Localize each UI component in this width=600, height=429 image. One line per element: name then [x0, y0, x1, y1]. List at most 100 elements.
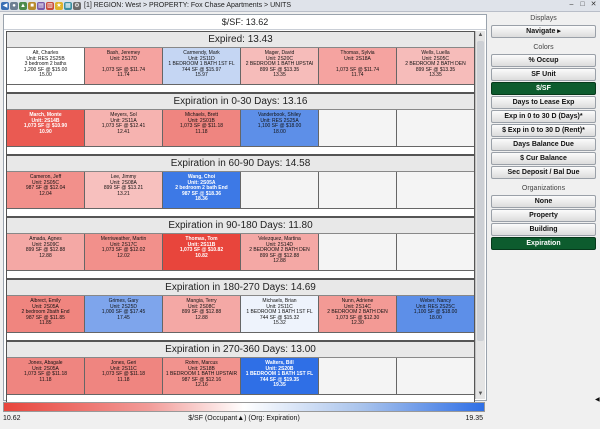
expiration-group: Expiration in 180-270 Days: 14.69 Albrect…: [6, 279, 475, 341]
unit-card[interactable]: Mager, David Unit: 2S20C 2 BEDROOM 1 BATH …: [241, 48, 319, 85]
empty-unit-cell: [397, 234, 474, 271]
unit-card[interactable]: Michaels, Brian Unit: 2S11C 1 BEDROOM 1 BA…: [241, 296, 319, 333]
vertical-scrollbar[interactable]: ▲ ▼: [475, 31, 485, 399]
unit-card[interactable]: Bash, Jeremey Unit: 2S17D 1,073 SF @ $11.…: [85, 48, 163, 85]
expiration-group: Expired: 13.43 Alt, Charles Unit: RES 2S25…: [6, 31, 475, 93]
unit-card[interactable]: Weber, Nancy Unit: RES 2S25C 1,100 SF @ $1…: [397, 296, 474, 333]
unit-detail: 12.04: [39, 190, 52, 197]
unit-card[interactable]: Grimes, Gary Unit: 2S25D 1,000 SF @ $17.45…: [85, 296, 163, 333]
unit-card[interactable]: Alt, Charles Unit: RES 2S25B 3 bedroom 2 b…: [7, 48, 85, 85]
org-button-none[interactable]: None: [491, 195, 596, 208]
unit-card[interactable]: Amada, Agnes Unit: 2S09C 899 SF @ $12.88 12…: [7, 234, 85, 271]
unit-card[interactable]: Vanderbook, Shiley Unit: RES 2S25A 1,100 S…: [241, 110, 319, 147]
unit-detail: 15.00: [39, 72, 52, 79]
navigate-button[interactable]: Navigate ▸: [491, 25, 596, 38]
unit-detail: 10.90: [39, 128, 52, 135]
unit-card[interactable]: Jones, Geri Unit: 2S11C 1,073 SF @ $11.18 1…: [85, 358, 163, 395]
unit-card[interactable]: Nunn, Adriene Unit: 2S14C 2 BEDROOM 2 BATH…: [319, 296, 397, 333]
grid-icon[interactable]: ▦: [64, 1, 72, 10]
collapse-panel-icon[interactable]: ◀: [595, 396, 600, 403]
color-button-sec-deposit-bal-due[interactable]: Sec Deposit / Bal Due: [491, 166, 596, 179]
unit-row: Jones, Abagale Unit: 2S05A 1,073 SF @ $11.…: [7, 358, 474, 395]
organization-buttons: None Property Building Expiration: [489, 195, 598, 250]
expiration-group: Expiration in 270-360 Days: 13.00 Jones, …: [6, 341, 475, 403]
legend-max: 19.35: [465, 415, 483, 422]
unit-card[interactable]: Thomas, Sylvia Unit: 2S18A 1,073 SF @ $11…: [319, 48, 397, 85]
title-bar: ◀ ● ▲ ■ ▤ ▥ ★ ▦ ⚙ [1] REGION: West > PRO…: [0, 0, 600, 12]
unit-row: Albrect, Emily Unit: 2S05A 2 bedroom 2bath…: [7, 296, 474, 333]
unit-detail: 18.36: [195, 196, 208, 203]
expiration-group: Expiration in 90-180 Days: 11.80 Amada, A…: [6, 217, 475, 279]
unit-card[interactable]: March, Monte Unit: 2S14B 1,073 SF @ $10.90…: [7, 110, 85, 147]
unit-detail: 11.18: [195, 128, 208, 135]
color-button-occup[interactable]: % Occup: [491, 54, 596, 67]
home-icon[interactable]: ▲: [19, 1, 27, 10]
close-icon[interactable]: ✕: [589, 1, 598, 9]
chart-icon[interactable]: ▥: [46, 1, 54, 10]
star-icon[interactable]: ★: [55, 1, 63, 10]
unit-detail: 12.30: [351, 320, 364, 327]
toolbar-icons: ◀ ● ▲ ■ ▤ ▥ ★ ▦ ⚙: [0, 1, 81, 10]
side-panel: Displays Navigate ▸ Colors % Occup SF Uni…: [489, 14, 598, 426]
color-button-sf[interactable]: $/SF: [491, 82, 596, 95]
displays-label: Displays: [530, 15, 557, 22]
unit-card[interactable]: Jones, Abagale Unit: 2S05A 1,073 SF @ $11.…: [7, 358, 85, 395]
back-icon[interactable]: ◀: [1, 1, 9, 10]
minimize-icon[interactable]: –: [567, 1, 576, 9]
empty-unit-cell: [397, 172, 474, 209]
unit-detail: 15.32: [273, 320, 286, 327]
scroll-up-icon[interactable]: ▲: [476, 31, 485, 40]
color-button-exp-in-0-to-30-d-days[interactable]: Exp in 0 to 30 D (Days)*: [491, 110, 596, 123]
organizations-label: Organizations: [521, 185, 566, 192]
legend-gradient: [3, 402, 485, 412]
settings-icon[interactable]: ⚙: [73, 1, 81, 10]
org-button-expiration[interactable]: Expiration: [491, 237, 596, 250]
org-button-property[interactable]: Property: [491, 209, 596, 222]
color-button-exp-in-0-to-30-d-rent[interactable]: $ Exp in 0 to 30 D (Rent)*: [491, 124, 596, 137]
expiration-group: Expiration in 0-30 Days: 13.16 March, Mon…: [6, 93, 475, 155]
unit-card[interactable]: Michaels, Brett Unit: 2S01B 1,073 SF @ $11…: [163, 110, 241, 147]
org-button-building[interactable]: Building: [491, 223, 596, 236]
unit-row: Alt, Charles Unit: RES 2S25B 3 bedroom 2 b…: [7, 48, 474, 85]
map-panel: $/SF: 13.62 Expired: 13.43 Alt, Charles Un…: [3, 14, 487, 403]
unit-card[interactable]: Mangia, Terry Unit: 2S08C 899 SF @ $12.88 1…: [163, 296, 241, 333]
unit-detail: 11.74: [117, 72, 130, 79]
group-title: Expired: 13.43: [7, 32, 474, 48]
unit-card[interactable]: Meyers, Sol Unit: 2S11A 1,073 SF @ $12.41 1…: [85, 110, 163, 147]
report-icon[interactable]: ▤: [37, 1, 45, 10]
unit-detail: 11.74: [351, 72, 364, 79]
color-buttons: % Occup SF Unit $/SF Days to Lease Exp Exp i…: [489, 54, 598, 179]
unit-detail: 12.88: [195, 314, 208, 321]
unit-card[interactable]: Lee, Jimmy Unit: 2S08A 899 SF @ $13.21 13.2…: [85, 172, 163, 209]
unit-card[interactable]: Walters, Bill Unit: 2S20B 1 BEDROOM 1 BATH…: [241, 358, 319, 395]
empty-unit-cell: [319, 234, 397, 271]
folder-icon[interactable]: ■: [28, 1, 36, 10]
unit-card[interactable]: Thomas, Tom Unit: 2S11B 1,073 SF @ $10.82 1…: [163, 234, 241, 271]
empty-unit-cell: [397, 110, 474, 147]
color-button-cur-balance[interactable]: $ Cur Balance: [491, 152, 596, 165]
scroll-thumb[interactable]: [477, 41, 484, 341]
unit-detail: 18.00: [429, 314, 442, 321]
unit-card[interactable]: Rohm, Marcus Unit: 2S18B 1 BEDROOM 1 BATH …: [163, 358, 241, 395]
unit-detail: 10.82: [195, 252, 208, 259]
unit-card[interactable]: Wang, Choi Unit: 2S05A 2 bedroom 2 bath En…: [163, 172, 241, 209]
colors-label: Colors: [533, 44, 554, 51]
unit-card[interactable]: Merriweather, Martin Unit: 2S17C 1,073 SF …: [85, 234, 163, 271]
unit-card[interactable]: Wells, Luella Unit: 2S05C 2 BEDROOM 2 BATH…: [397, 48, 474, 85]
unit-card[interactable]: Velezquez, Martina Unit: 2S14D 2 BEDROOM 2…: [241, 234, 319, 271]
unit-detail: 13.21: [117, 190, 130, 197]
unit-detail: 11.85: [39, 320, 52, 327]
scroll-down-icon[interactable]: ▼: [476, 390, 485, 399]
color-button-days-to-lease-exp[interactable]: Days to Lease Exp: [491, 96, 596, 109]
window-title: [1] REGION: West > PROPERTY: Fox Chase A…: [84, 2, 292, 9]
unit-card[interactable]: Carmendy, Mark Unit: 2S11D 1 BEDROOM 1 BAT…: [163, 48, 241, 85]
unit-card[interactable]: Cameron, Jeff Unit: 2S05C 987 SF @ $12.04 1…: [7, 172, 85, 209]
maximize-icon[interactable]: □: [578, 1, 587, 9]
unit-card[interactable]: Albrect, Emily Unit: 2S05A 2 bedroom 2bath…: [7, 296, 85, 333]
unit-detail: 13.35: [429, 72, 442, 79]
color-button-days-balance-due[interactable]: Days Balance Due: [491, 138, 596, 151]
expiration-groups: Expired: 13.43 Alt, Charles Unit: RES 2S25…: [6, 31, 475, 403]
forward-icon[interactable]: ●: [10, 1, 18, 10]
unit-detail: 12.41: [117, 128, 130, 135]
color-button-sf-unit[interactable]: SF Unit: [491, 68, 596, 81]
